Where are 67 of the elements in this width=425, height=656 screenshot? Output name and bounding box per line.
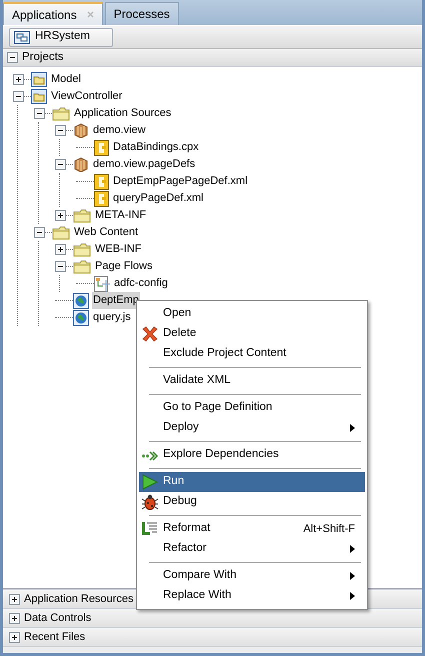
folder-icon (73, 208, 91, 222)
tree-item[interactable]: Web Content (73, 224, 140, 241)
tree-item[interactable]: Application Sources (73, 105, 172, 122)
tab[interactable]: Processes (104, 2, 179, 25)
reformat-icon (141, 521, 159, 537)
menu-item[interactable]: Run (139, 472, 365, 492)
package-icon (73, 123, 89, 138)
collapse-icon[interactable] (7, 52, 18, 63)
tree-item[interactable]: ViewController (50, 88, 124, 105)
menu-item[interactable]: Go to Page Definition (139, 398, 365, 418)
package-icon (73, 157, 89, 172)
collapse-icon[interactable] (34, 108, 45, 119)
folder-icon (52, 226, 70, 240)
expand-icon[interactable] (55, 244, 66, 255)
delete-icon (141, 326, 159, 342)
tree-item[interactable]: queryPageDef.xml (112, 190, 204, 207)
xml-file-icon (94, 174, 109, 190)
menu-item[interactable]: Open (139, 304, 365, 324)
tree-item[interactable]: Page Flows (94, 258, 154, 275)
menu-item[interactable]: Reformat Alt+Shift-F (139, 519, 365, 539)
collapse-icon[interactable] (55, 125, 66, 136)
expand-icon[interactable] (55, 210, 66, 221)
project-folder-icon (31, 72, 47, 87)
tree-item[interactable]: demo.view.pageDefs (92, 156, 196, 173)
panel-header[interactable]: Projects (3, 49, 422, 67)
run-icon (141, 474, 159, 490)
tree-item[interactable]: Model (50, 71, 82, 88)
globe-icon (73, 292, 89, 308)
menu-item[interactable]: Compare With (139, 566, 365, 586)
tree-item[interactable]: adfc-config (113, 275, 169, 292)
expand-icon[interactable] (9, 632, 20, 642)
menu-item[interactable]: Deploy (139, 418, 365, 438)
menu-item[interactable]: Refactor (139, 539, 365, 559)
folder-icon (73, 242, 91, 256)
menu-item[interactable]: Validate XML (139, 371, 365, 391)
panel-header[interactable]: Recent Files (3, 627, 422, 646)
tree-item[interactable]: DeptEmpPagePageDef.xml (112, 173, 249, 190)
expand-icon[interactable] (13, 74, 24, 85)
project-folder-icon (31, 89, 47, 104)
folder-icon (52, 106, 70, 120)
menu-item[interactable]: Explore Dependencies (139, 445, 365, 465)
tree-item[interactable]: query.js (92, 309, 132, 326)
xml-file-icon (94, 190, 109, 206)
tree-item[interactable]: META-INF (94, 207, 148, 224)
collapse-icon[interactable] (34, 227, 45, 238)
globe-icon (73, 310, 89, 326)
shortcut-text: Alt+Shift-F (303, 522, 355, 537)
collapse-icon[interactable] (13, 91, 24, 102)
application-icon (14, 30, 30, 44)
tree-item[interactable]: DataBindings.cpx (112, 139, 200, 156)
collapse-icon[interactable] (55, 159, 66, 170)
application-dropdown[interactable]: HRSystem (9, 28, 113, 46)
folder-icon (73, 260, 91, 274)
tree-item[interactable]: demo.view (92, 122, 147, 139)
bug-icon (141, 494, 159, 510)
menu-item[interactable]: Exclude Project Content (139, 344, 365, 364)
menu-item[interactable]: Delete (139, 324, 365, 344)
menu-item[interactable]: Replace With (139, 586, 365, 606)
tab[interactable]: Applications (3, 2, 103, 25)
xml-file-icon (94, 140, 109, 156)
tree-item[interactable]: WEB-INF (94, 241, 142, 258)
expand-icon[interactable] (9, 594, 20, 604)
expand-icon[interactable] (9, 612, 20, 624)
tree-item[interactable]: DeptEmp (92, 292, 140, 309)
menu-item[interactable]: Debug (139, 492, 365, 512)
collapse-icon[interactable] (55, 261, 66, 272)
panel-header[interactable]: Data Controls (3, 608, 422, 627)
